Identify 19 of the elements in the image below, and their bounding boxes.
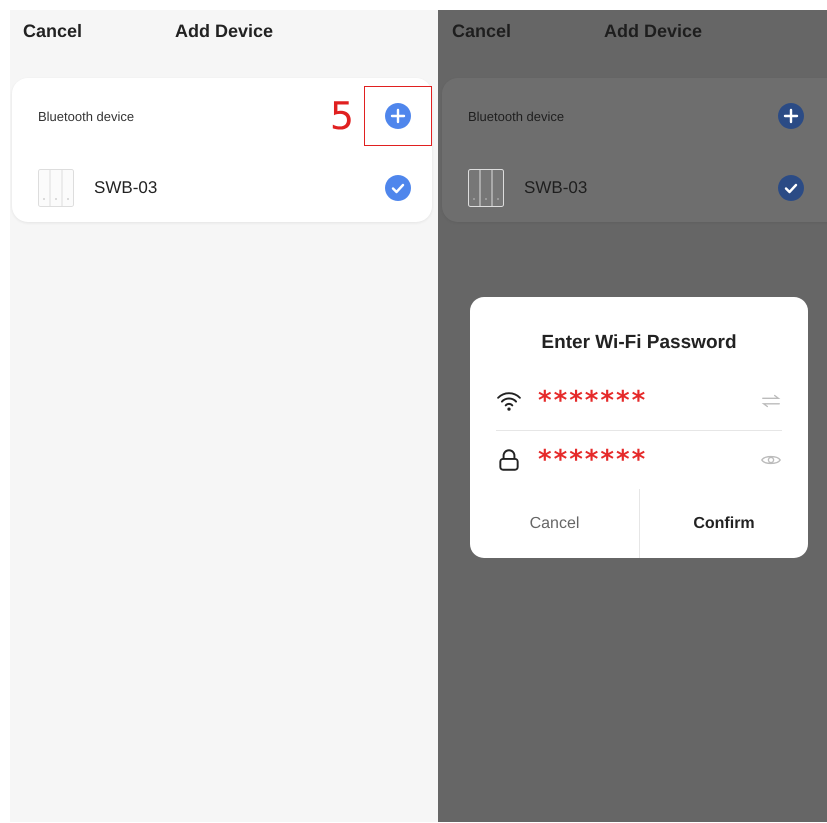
wifi-name-field[interactable]: ******* — [522, 386, 760, 416]
cancel-button[interactable]: Cancel — [23, 20, 82, 42]
screen-title: Add Device — [604, 20, 702, 42]
screen-title: Add Device — [175, 20, 274, 42]
add-icon[interactable] — [778, 103, 804, 129]
section-label: Bluetooth device — [38, 108, 136, 124]
confirm-button[interactable]: Confirm — [639, 489, 808, 558]
check-icon[interactable] — [778, 175, 804, 201]
cancel-button[interactable]: Cancel — [470, 489, 639, 558]
switch-icon — [38, 169, 74, 207]
password-field[interactable]: ******* — [522, 445, 760, 475]
dialog-title: Enter Wi-Fi Password — [540, 332, 738, 354]
step-number: 5 — [330, 94, 354, 138]
cancel-button[interactable]: Cancel — [452, 20, 512, 42]
check-icon[interactable] — [385, 175, 411, 201]
device-name: SWB-03 — [94, 178, 158, 198]
section-label: Bluetooth device — [468, 108, 566, 124]
device-name: SWB-03 — [524, 178, 588, 198]
switch-icon — [468, 169, 504, 207]
